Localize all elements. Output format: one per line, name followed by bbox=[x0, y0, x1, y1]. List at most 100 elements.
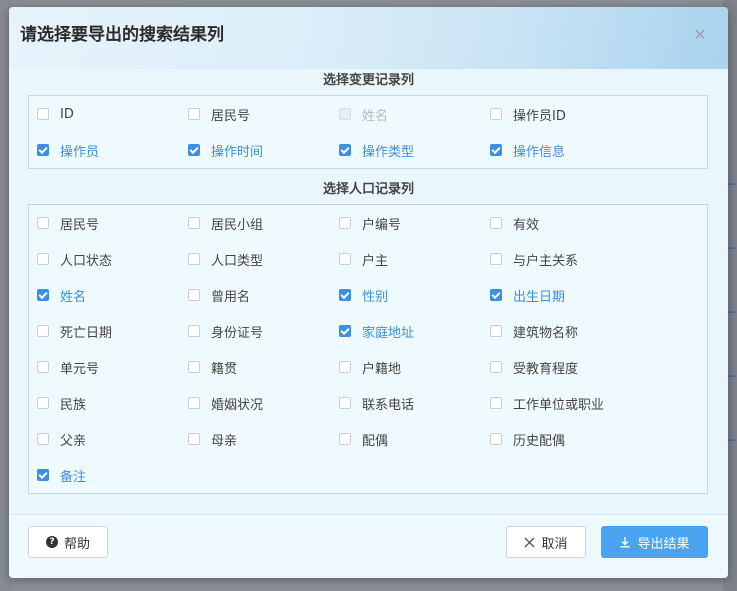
checkbox-label: 居民小组 bbox=[211, 217, 264, 233]
checkbox-label: 操作时间 bbox=[211, 144, 264, 160]
checkbox[interactable] bbox=[37, 289, 49, 301]
population-columns-box: 居民号 居民小组 户编号 有效人口状态 人口类型 户主 与户主关系姓名 曾用名 性别 出生日期死亡… bbox=[28, 204, 708, 494]
close-icon[interactable]: ✕ bbox=[692, 27, 708, 43]
population-column-checkbox-item[interactable]: 与户主关系 bbox=[490, 249, 578, 269]
checkbox-label: 操作员ID bbox=[513, 108, 566, 124]
population-column-checkbox-item[interactable]: 户籍地 bbox=[339, 357, 401, 377]
change-column-checkbox-item[interactable]: 操作时间 bbox=[188, 140, 263, 160]
checkbox-label: 户籍地 bbox=[362, 361, 402, 377]
bg-glyph: ─ bbox=[728, 434, 735, 447]
checkbox-label: 户编号 bbox=[362, 217, 402, 233]
checkbox-label: 民族 bbox=[60, 397, 87, 413]
checkbox[interactable] bbox=[490, 361, 502, 373]
population-column-checkbox-item[interactable]: 姓名 bbox=[37, 285, 86, 305]
checkbox-label: 联系电话 bbox=[362, 397, 415, 413]
population-column-checkbox-item[interactable]: 人口类型 bbox=[188, 249, 263, 269]
checkbox[interactable] bbox=[490, 217, 502, 229]
checkbox[interactable] bbox=[188, 325, 200, 337]
export-results-button[interactable]: 导出结果 bbox=[601, 526, 708, 558]
population-column-checkbox-item[interactable]: 居民小组 bbox=[188, 213, 263, 233]
checkbox[interactable] bbox=[339, 397, 351, 409]
checkbox[interactable] bbox=[188, 253, 200, 265]
population-column-checkbox-item[interactable]: 人口状态 bbox=[37, 249, 112, 269]
bg-glyph: ─ bbox=[728, 242, 735, 255]
population-column-checkbox-item[interactable]: 母亲 bbox=[188, 429, 237, 449]
checkbox[interactable] bbox=[37, 108, 49, 120]
population-column-checkbox-item[interactable]: 单元号 bbox=[37, 357, 99, 377]
checkbox-label: 与户主关系 bbox=[513, 253, 579, 269]
population-column-checkbox-item[interactable]: 性别 bbox=[339, 285, 388, 305]
checkbox[interactable] bbox=[37, 144, 49, 156]
checkbox[interactable] bbox=[339, 433, 351, 445]
population-column-checkbox-item[interactable]: 联系电话 bbox=[339, 393, 414, 413]
population-column-checkbox-item[interactable]: 工作单位或职业 bbox=[490, 393, 604, 413]
checkbox[interactable] bbox=[37, 325, 49, 337]
checkbox[interactable] bbox=[188, 144, 200, 156]
change-column-checkbox-item[interactable]: 居民号 bbox=[188, 104, 250, 124]
population-column-checkbox-item[interactable]: 居民号 bbox=[37, 213, 99, 233]
population-column-checkbox-item[interactable]: 配偶 bbox=[339, 429, 388, 449]
checkbox[interactable] bbox=[490, 144, 502, 156]
checkbox-label: 操作信息 bbox=[513, 144, 566, 160]
checkbox[interactable] bbox=[339, 325, 351, 337]
checkbox-label: 受教育程度 bbox=[513, 361, 579, 377]
change-column-checkbox-item[interactable]: 操作员 bbox=[37, 140, 99, 160]
change-column-checkbox-item[interactable]: 操作类型 bbox=[339, 140, 414, 160]
question-circle-icon: ? bbox=[45, 536, 58, 548]
population-column-checkbox-item[interactable]: 家庭地址 bbox=[339, 321, 414, 341]
checkbox[interactable] bbox=[37, 433, 49, 445]
checkbox[interactable] bbox=[188, 289, 200, 301]
checkbox[interactable] bbox=[188, 108, 200, 120]
checkbox-label: 配偶 bbox=[362, 433, 389, 449]
checkbox[interactable] bbox=[490, 325, 502, 337]
checkbox[interactable] bbox=[490, 397, 502, 409]
checkbox[interactable] bbox=[490, 108, 502, 120]
population-column-checkbox-item[interactable]: 父亲 bbox=[37, 429, 86, 449]
checkbox-label: 居民号 bbox=[60, 217, 100, 233]
population-column-checkbox-item[interactable]: 身份证号 bbox=[188, 321, 263, 341]
checkbox[interactable] bbox=[339, 289, 351, 301]
population-column-checkbox-item[interactable]: 籍贯 bbox=[188, 357, 237, 377]
population-column-checkbox-item[interactable]: 出生日期 bbox=[490, 285, 565, 305]
population-column-checkbox-item[interactable]: 死亡日期 bbox=[37, 321, 112, 341]
population-section-title: 选择人口记录列 bbox=[322, 182, 414, 197]
checkbox[interactable] bbox=[490, 433, 502, 445]
checkbox[interactable] bbox=[37, 397, 49, 409]
checkbox[interactable] bbox=[339, 253, 351, 265]
population-column-checkbox-item[interactable]: 备注 bbox=[37, 465, 86, 485]
checkbox[interactable] bbox=[37, 217, 49, 229]
change-column-checkbox-item[interactable]: 操作员ID bbox=[490, 104, 566, 124]
checkbox-label: 工作单位或职业 bbox=[513, 397, 605, 413]
population-column-checkbox-item[interactable]: 民族 bbox=[37, 393, 86, 413]
population-column-checkbox-item[interactable]: 建筑物名称 bbox=[490, 321, 578, 341]
checkbox[interactable] bbox=[37, 361, 49, 373]
checkbox-label: 籍贯 bbox=[211, 361, 238, 377]
checkbox[interactable] bbox=[339, 217, 351, 229]
population-column-checkbox-item[interactable]: 有效 bbox=[490, 213, 539, 233]
checkbox[interactable] bbox=[188, 433, 200, 445]
cancel-button[interactable]: 取消 bbox=[506, 526, 586, 558]
checkbox[interactable] bbox=[490, 253, 502, 265]
bg-glyph: ─ bbox=[728, 306, 735, 319]
help-button[interactable]: ? 帮助 bbox=[28, 526, 108, 558]
checkbox[interactable] bbox=[188, 361, 200, 373]
population-column-checkbox-item[interactable]: 历史配偶 bbox=[490, 429, 565, 449]
checkbox[interactable] bbox=[490, 289, 502, 301]
population-column-checkbox-item[interactable]: 户编号 bbox=[339, 213, 401, 233]
checkbox-label: 有效 bbox=[513, 217, 540, 233]
population-column-checkbox-item[interactable]: 曾用名 bbox=[188, 285, 250, 305]
population-column-checkbox-item[interactable]: 婚姻状况 bbox=[188, 393, 263, 413]
checkbox[interactable] bbox=[339, 144, 351, 156]
population-column-checkbox-item[interactable]: 户主 bbox=[339, 249, 388, 269]
checkbox[interactable] bbox=[188, 397, 200, 409]
checkbox[interactable] bbox=[37, 253, 49, 265]
checkbox-label: 婚姻状况 bbox=[211, 397, 264, 413]
population-column-checkbox-item[interactable]: 受教育程度 bbox=[490, 357, 578, 377]
change-column-checkbox-item[interactable]: ID bbox=[37, 104, 74, 124]
checkbox-label: 出生日期 bbox=[513, 289, 566, 305]
change-column-checkbox-item[interactable]: 操作信息 bbox=[490, 140, 565, 160]
checkbox[interactable] bbox=[339, 361, 351, 373]
checkbox[interactable] bbox=[188, 217, 200, 229]
checkbox[interactable] bbox=[37, 469, 49, 481]
checkbox bbox=[339, 108, 351, 120]
